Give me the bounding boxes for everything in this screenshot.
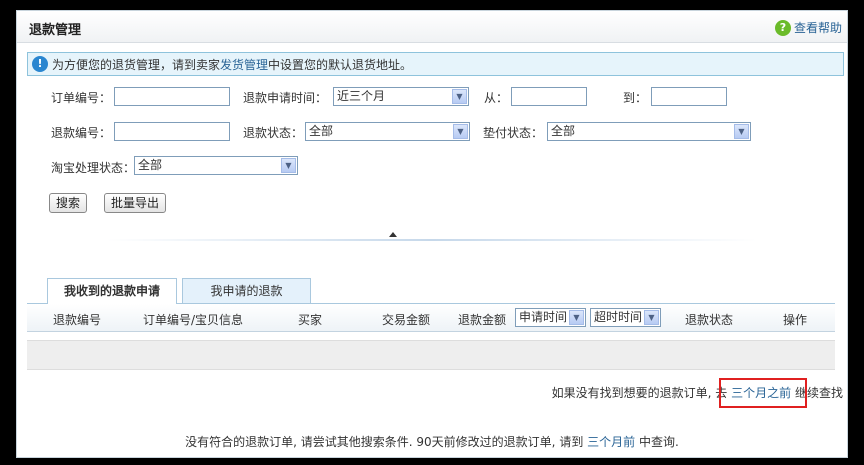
panel-header: 退款管理 ? 查看帮助 bbox=[17, 11, 847, 43]
notice-suffix: 中设置您的默认退货地址。 bbox=[268, 57, 413, 72]
order-no-label: 订单编号： bbox=[51, 91, 112, 105]
tab-received-refunds[interactable]: 我收到的退款申请 bbox=[47, 278, 177, 304]
tab-my-refunds[interactable]: 我申请的退款 bbox=[182, 278, 311, 304]
taobao-status-value: 全部 bbox=[138, 158, 163, 172]
to-label: 到： bbox=[623, 91, 648, 105]
page-title: 退款管理 bbox=[29, 23, 82, 38]
col-refund-amount: 退款金额 bbox=[458, 313, 507, 327]
timeout-sort-value: 超时时间 bbox=[594, 310, 643, 324]
col-trade-amount: 交易金额 bbox=[382, 313, 431, 327]
refund-no-input[interactable] bbox=[114, 122, 230, 141]
timeout-sort-select[interactable]: 超时时间 ▼ bbox=[590, 308, 661, 327]
empty-table-row bbox=[27, 340, 835, 370]
col-action: 操作 bbox=[783, 313, 808, 327]
refund-no-label: 退款编号： bbox=[51, 126, 112, 140]
help-label: 查看帮助 bbox=[793, 21, 842, 35]
chevron-down-icon: ▼ bbox=[452, 89, 467, 104]
notice-prefix: 为方便您的退货管理，请到卖家 bbox=[52, 57, 221, 72]
chevron-down-icon: ▼ bbox=[453, 124, 468, 139]
info-icon: ! bbox=[32, 56, 48, 72]
chevron-down-icon: ▼ bbox=[569, 310, 584, 325]
from-date-input[interactable] bbox=[511, 87, 587, 106]
apply-time-sort-select[interactable]: 申请时间 ▼ bbox=[515, 308, 586, 327]
collapse-toggle-icon[interactable] bbox=[389, 232, 397, 237]
col-buyer: 买家 bbox=[298, 313, 323, 327]
from-label: 从： bbox=[484, 91, 509, 105]
order-no-input[interactable] bbox=[114, 87, 230, 106]
to-date-input[interactable] bbox=[651, 87, 727, 106]
notice-bar: ! 为方便您的退货管理，请到卖家 发货管理 中设置您的默认退货地址。 bbox=[27, 52, 844, 76]
refund-management-panel: 退款管理 ? 查看帮助 ! 为方便您的退货管理，请到卖家 发货管理 中设置您的默认退货… bbox=[16, 10, 848, 458]
help-icon: ? bbox=[774, 19, 791, 36]
chevron-down-icon: ▼ bbox=[281, 158, 296, 173]
taobao-status-label: 淘宝处理状态： bbox=[51, 161, 136, 175]
refund-status-select[interactable]: 全部 ▼ bbox=[305, 122, 470, 141]
no-results-message: 没有符合的退款订单, 请尝试其他搜索条件. 90天前修改过的退款订单, 请到 三… bbox=[17, 433, 847, 450]
search-button[interactable]: 搜索 bbox=[49, 193, 88, 213]
bottom-prefix: 没有符合的退款订单, 请尝试其他搜索条件. 90天前修改过的退款订单, 请到 bbox=[185, 435, 584, 449]
advance-status-label: 垫付状态： bbox=[483, 126, 544, 140]
divider bbox=[107, 239, 757, 241]
col-order-info: 订单编号/宝贝信息 bbox=[143, 313, 244, 327]
chevron-down-icon: ▼ bbox=[644, 310, 659, 325]
export-button[interactable]: 批量导出 bbox=[104, 193, 167, 213]
advance-status-select[interactable]: 全部 ▼ bbox=[547, 122, 751, 141]
three-months-link[interactable]: 三个月前 bbox=[587, 435, 635, 449]
note-prefix: 如果没有找到想要的退款订单, 去 bbox=[551, 386, 728, 400]
shipping-management-link[interactable]: 发货管理 bbox=[220, 56, 268, 73]
apply-time-value: 近三个月 bbox=[337, 89, 386, 103]
highlight-box bbox=[719, 378, 807, 408]
apply-time-sort-value: 申请时间 bbox=[519, 310, 568, 324]
apply-time-label: 退款申请时间： bbox=[243, 91, 328, 105]
table-header: 退款编号 订单编号/宝贝信息 买家 交易金额 退款金额 申请时间 ▼ 超时时间 ▼ … bbox=[27, 304, 835, 332]
apply-time-select[interactable]: 近三个月 ▼ bbox=[333, 87, 469, 106]
refund-status-value: 全部 bbox=[309, 124, 334, 138]
bottom-suffix: 中查询. bbox=[639, 435, 679, 449]
chevron-down-icon: ▼ bbox=[734, 124, 749, 139]
taobao-status-select[interactable]: 全部 ▼ bbox=[134, 156, 298, 175]
advance-status-value: 全部 bbox=[551, 124, 576, 138]
col-refund-no: 退款编号 bbox=[53, 313, 102, 327]
col-refund-status: 退款状态 bbox=[685, 313, 734, 327]
help-link[interactable]: ? 查看帮助 bbox=[774, 19, 842, 36]
refund-status-label: 退款状态： bbox=[243, 126, 304, 140]
